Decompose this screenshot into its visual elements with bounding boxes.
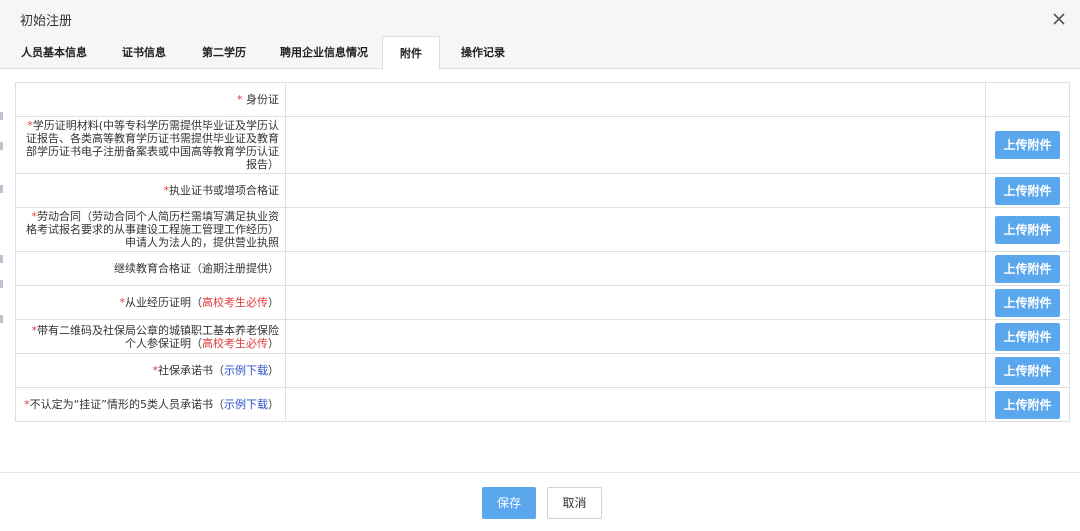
file-cell — [285, 319, 986, 354]
table-row: *学历证明材料(中等专科学历需提供毕业证及学历认证报告、各类高等教育学历证书需提… — [15, 116, 1070, 174]
action-cell: 上传附件 — [985, 173, 1070, 208]
action-cell — [985, 82, 1070, 117]
row-label: *学历证明材料(中等专科学历需提供毕业证及学历认证报告、各类高等教育学历证书需提… — [15, 116, 286, 174]
required-mark: * — [237, 93, 243, 106]
file-cell — [285, 353, 986, 388]
dialog-title: 初始注册 — [20, 14, 73, 29]
highlight-note: 高校考生必传 — [202, 296, 268, 309]
row-label: *带有二维码及社保局公章的城镇职工基本养老保险个人参保证明（高校考生必传） — [15, 319, 286, 354]
upload-button[interactable]: 上传附件 — [995, 356, 1060, 385]
table-row: * 身份证 — [15, 82, 1070, 117]
registration-dialog: 初始注册 人员基本信息 证书信息 第二学历 聘用企业信息情况 附件 操作记录 *… — [0, 0, 1080, 531]
tab-employer-info[interactable]: 聘用企业信息情况 — [270, 36, 378, 69]
label-text: 继续教育合格证（逾期注册提供） — [114, 262, 279, 275]
table-row: *社保承诺书（示例下载） 上传附件 — [15, 353, 1070, 388]
table-row: *从业经历证明（高校考生必传） 上传附件 — [15, 285, 1070, 320]
action-cell: 上传附件 — [985, 116, 1070, 174]
file-cell — [285, 207, 986, 252]
table-row: *执业证书或增项合格证 上传附件 — [15, 173, 1070, 208]
tab-attachments[interactable]: 附件 — [382, 36, 440, 70]
label-text: 学历证明材料(中等专科学历需提供毕业证及学历认证报告、各类高等教育学历证书需提供… — [26, 119, 279, 171]
row-label: *执业证书或增项合格证 — [15, 173, 286, 208]
table-row: *带有二维码及社保局公章的城镇职工基本养老保险个人参保证明（高校考生必传） 上传… — [15, 319, 1070, 354]
label-text: 社保承诺书（ — [158, 364, 224, 377]
table-row: *劳动合同（劳动合同个人简历栏需填写满足执业资格考试报名要求的从事建设工程施工管… — [15, 207, 1070, 252]
row-label: * 身份证 — [15, 82, 286, 117]
table-row: 继续教育合格证（逾期注册提供） 上传附件 — [15, 251, 1070, 286]
tab-second-degree[interactable]: 第二学历 — [190, 36, 258, 69]
upload-button[interactable]: 上传附件 — [995, 390, 1060, 419]
action-cell: 上传附件 — [985, 285, 1070, 320]
action-cell: 上传附件 — [985, 251, 1070, 286]
cancel-button[interactable]: 取消 — [547, 487, 602, 519]
tab-personal-info[interactable]: 人员基本信息 — [12, 36, 96, 69]
label-close: ） — [268, 336, 279, 350]
upload-button[interactable]: 上传附件 — [995, 176, 1060, 205]
close-icon[interactable] — [1048, 8, 1070, 30]
label-text: 从业经历证明（ — [125, 296, 202, 309]
row-label: *从业经历证明（高校考生必传） — [15, 285, 286, 320]
tab-certificate-info[interactable]: 证书信息 — [110, 36, 178, 69]
label-text: 执业证书或增项合格证 — [169, 184, 279, 197]
highlight-note: 高校考生必传 — [202, 336, 268, 350]
action-cell: 上传附件 — [985, 207, 1070, 252]
sample-download-link[interactable]: 示例下载 — [224, 398, 268, 411]
label-text: 不认定为“挂证”情形的5类人员承诺书（ — [29, 398, 224, 411]
action-cell: 上传附件 — [985, 387, 1070, 422]
label-close: ） — [268, 364, 279, 377]
dialog-header: 初始注册 — [0, 0, 1080, 36]
label-close: ） — [268, 398, 279, 411]
file-cell — [285, 251, 986, 286]
row-label: *劳动合同（劳动合同个人简历栏需填写满足执业资格考试报名要求的从事建设工程施工管… — [15, 207, 286, 252]
row-label: *不认定为“挂证”情形的5类人员承诺书（示例下载） — [15, 387, 286, 422]
file-cell — [285, 173, 986, 208]
file-cell — [285, 285, 986, 320]
tab-operation-log[interactable]: 操作记录 — [450, 36, 516, 69]
attachment-table: * 身份证 *学历证明材料(中等专科学历需提供毕业证及学历认证报告、各类高等教育… — [15, 82, 1070, 422]
label-close: ） — [268, 296, 279, 309]
upload-button[interactable]: 上传附件 — [995, 322, 1060, 351]
upload-button[interactable]: 上传附件 — [995, 215, 1060, 244]
row-label: *社保承诺书（示例下载） — [15, 353, 286, 388]
upload-button[interactable]: 上传附件 — [995, 131, 1060, 159]
table-row: *不认定为“挂证”情形的5类人员承诺书（示例下载） 上传附件 — [15, 387, 1070, 422]
label-text: 身份证 — [246, 93, 279, 106]
dialog-footer: 保存 取消 — [0, 472, 1080, 531]
row-label: 继续教育合格证（逾期注册提供） — [15, 251, 286, 286]
file-cell — [285, 387, 986, 422]
file-cell — [285, 116, 986, 174]
action-cell: 上传附件 — [985, 319, 1070, 354]
upload-button[interactable]: 上传附件 — [995, 288, 1060, 317]
sample-download-link[interactable]: 示例下载 — [224, 364, 268, 377]
upload-button[interactable]: 上传附件 — [995, 254, 1060, 283]
action-cell: 上传附件 — [985, 353, 1070, 388]
save-button[interactable]: 保存 — [482, 487, 536, 519]
file-cell — [285, 82, 986, 117]
background-strip — [0, 70, 6, 470]
label-text: 劳动合同（劳动合同个人简历栏需填写满足执业资格考试报名要求的从事建设工程施工管理… — [26, 210, 279, 249]
tab-bar: 人员基本信息 证书信息 第二学历 聘用企业信息情况 附件 操作记录 — [0, 36, 1080, 70]
